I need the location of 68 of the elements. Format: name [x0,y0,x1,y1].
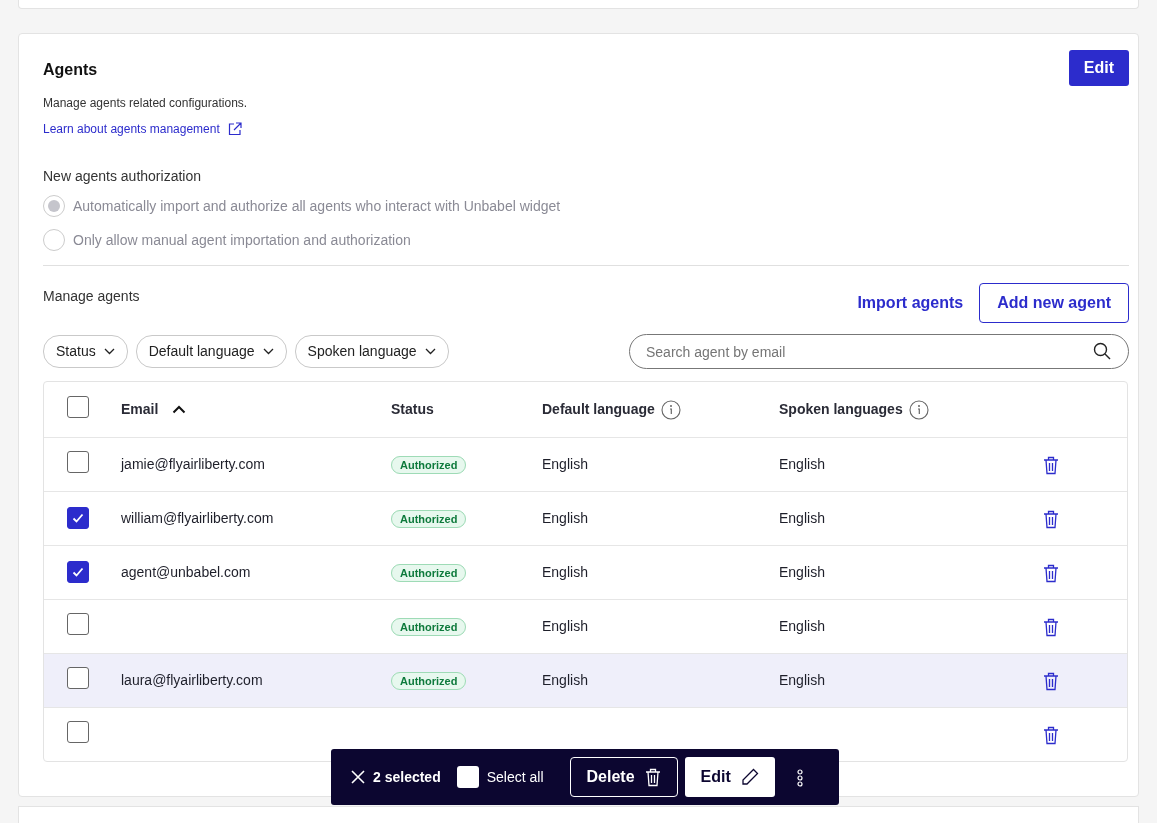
chevron-down-icon [262,348,274,355]
more-icon [796,768,803,787]
trash-icon[interactable] [1043,563,1059,583]
import-agents-button[interactable]: Import agents [857,291,964,315]
filter-dropdown[interactable]: Status [43,335,128,368]
learn-more-link[interactable]: Learn about agents management [43,120,220,138]
trash-icon[interactable] [1043,725,1059,745]
table-cell: agent@unbabel.com [121,564,251,580]
table-cell: English [542,618,588,634]
search-icon [1093,342,1111,360]
trash-icon[interactable] [1043,509,1059,529]
table-cell: william@flyairliberty.com [121,510,274,526]
chevron-down-icon [103,348,115,355]
status-badge: Authorized [391,618,467,636]
radio-label: Automatically import and authorize all agents who interact with Unbabel widget [73,196,561,216]
table-row[interactable]: laura@flyairliberty.com Authorized English English [44,653,1127,707]
delete-button[interactable]: Delete [569,757,678,797]
add-agent-button[interactable]: Add new agent [979,283,1129,323]
info-icon[interactable] [908,399,929,420]
sort-icon[interactable] [172,405,187,414]
filter-dropdown[interactable]: Default language [135,335,287,368]
trash-icon [644,767,661,787]
filter-dropdown[interactable]: Spoken language [294,335,449,368]
table-cell: English [779,456,825,472]
edit-button[interactable]: Edit [684,757,775,797]
column-header[interactable]: Email [121,399,187,420]
column-header[interactable]: Default language [542,399,681,420]
selection-count: 2 selected [373,767,441,787]
status-badge: Authorized [391,564,467,582]
section-subtitle: Manage agents [43,287,140,306]
checkbox[interactable] [67,666,89,689]
checkbox[interactable] [67,612,89,635]
table-cell: English [779,618,825,634]
column-header[interactable]: Status [391,399,434,420]
chevron-down-icon [424,348,436,355]
radio-label: Only allow manual agent importation and authorization [73,230,411,250]
trash-icon[interactable] [1043,617,1059,637]
table-cell: English [542,510,588,526]
checkbox[interactable] [67,450,89,473]
table-cell: laura@flyairliberty.com [121,672,263,688]
select-all-label: Select all [486,767,544,787]
table-cell: jamie@flyairliberty.com [121,456,265,472]
checkbox[interactable] [67,720,89,743]
table-cell: English [542,456,588,472]
close-icon[interactable] [351,770,365,784]
trash-icon[interactable] [1043,671,1059,691]
section-title: Agents [43,60,98,80]
checkbox[interactable] [67,506,89,529]
status-badge: Authorized [391,510,467,528]
section-description: Manage agents related configurations. [43,95,249,112]
table-cell: English [779,564,825,580]
section-subtitle: New agents authorization [43,167,202,186]
checkbox[interactable] [67,395,89,418]
select-all-checkbox[interactable] [456,766,479,788]
info-icon[interactable] [660,399,681,420]
table-cell: English [542,564,588,580]
search-field[interactable]: Search agent by email [629,334,1129,369]
external-link-icon [227,122,242,136]
trash-icon[interactable] [1043,455,1059,475]
column-header[interactable]: Spoken languages [779,399,929,420]
checkbox[interactable] [67,560,89,583]
table-cell: English [779,672,825,688]
edit-button[interactable]: Edit [1068,50,1129,86]
status-badge: Authorized [391,672,467,690]
pencil-icon [740,768,759,786]
status-badge: Authorized [391,456,467,474]
table-cell: English [779,510,825,526]
table-cell: English [542,672,588,688]
